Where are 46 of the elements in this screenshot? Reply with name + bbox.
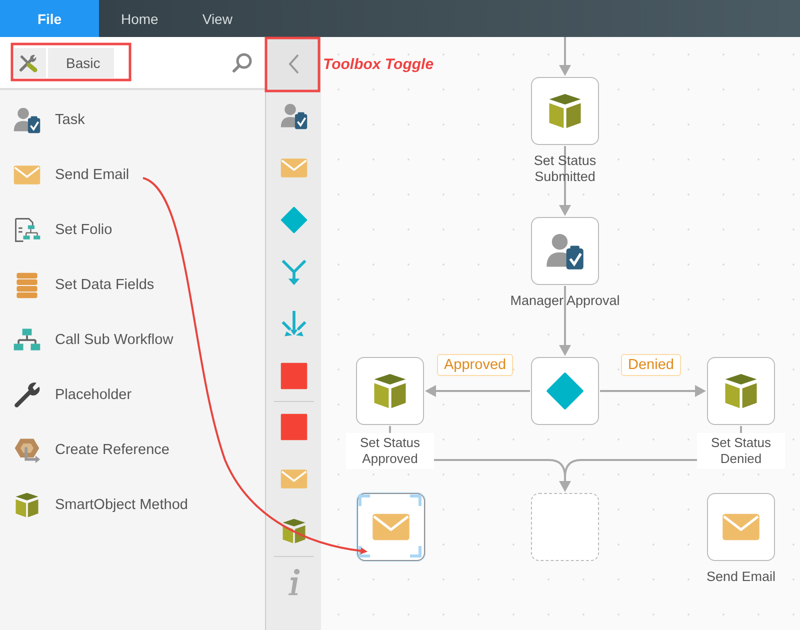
branch-label: Approved — [437, 354, 514, 376]
toolbox-item-label: Call Sub Workflow — [55, 332, 174, 348]
step-label: Set Status Approved — [346, 433, 434, 469]
toolbox-item[interactable]: Task — [0, 92, 265, 147]
workflow-step[interactable] — [531, 77, 599, 145]
step-label: Set Status Denied — [697, 433, 785, 469]
step-label: Manager Approval — [510, 293, 620, 309]
toolbox-item-label: SmartObject Method — [55, 496, 188, 512]
square-icon — [278, 361, 308, 391]
diamond-icon — [544, 370, 586, 412]
tools-icon — [18, 52, 38, 72]
workflow-step[interactable] — [531, 217, 599, 285]
connector-arrow — [559, 37, 571, 76]
tools-breadcrumb[interactable] — [14, 48, 46, 78]
toolbox-item[interactable]: Call Sub Workflow — [0, 312, 265, 367]
toolbox-item-label: Send Email — [55, 166, 130, 182]
annotation-label: Toolbox Toggle — [323, 56, 434, 73]
highlight-frame — [264, 36, 320, 92]
toolbox-item-label: Set Folio — [55, 222, 112, 238]
branch-label: Denied — [621, 354, 681, 376]
breadcrumb-item[interactable]: Basic — [48, 48, 114, 78]
toolbox-item-label: Placeholder — [55, 386, 132, 402]
toolbox-item-label: Set Data Fields — [55, 276, 154, 292]
menu-tab[interactable]: View — [180, 0, 254, 37]
workflow-step[interactable] — [707, 357, 775, 425]
toolbox-item-label: Task — [55, 112, 85, 128]
toolbox-item[interactable]: Create Reference — [0, 422, 265, 477]
diamond-icon — [278, 205, 308, 235]
toolbox-item-label: Create Reference — [55, 442, 170, 458]
step-label: Set Status Submitted — [532, 153, 598, 185]
square-icon — [278, 412, 308, 442]
toolbox-item[interactable]: SmartObject Method — [0, 477, 265, 532]
user-clipboard-icon — [278, 101, 308, 131]
toolbox-item[interactable]: Set Folio — [0, 202, 265, 257]
step-label: Send Email — [706, 569, 776, 585]
wrench-icon — [12, 380, 42, 410]
drop-zone[interactable] — [531, 493, 599, 561]
toolbox-item[interactable]: Send Email — [0, 147, 265, 202]
menu-tab[interactable]: Home — [99, 0, 180, 37]
toolbox-item[interactable]: Set Data Fields — [0, 257, 265, 312]
selection-handles — [358, 494, 422, 558]
search-icon[interactable] — [231, 52, 253, 74]
toolbox-item[interactable]: Placeholder — [0, 367, 265, 422]
workflow-step[interactable] — [357, 493, 425, 561]
workflow-step[interactable] — [356, 357, 424, 425]
chevron-left-icon — [288, 52, 300, 74]
